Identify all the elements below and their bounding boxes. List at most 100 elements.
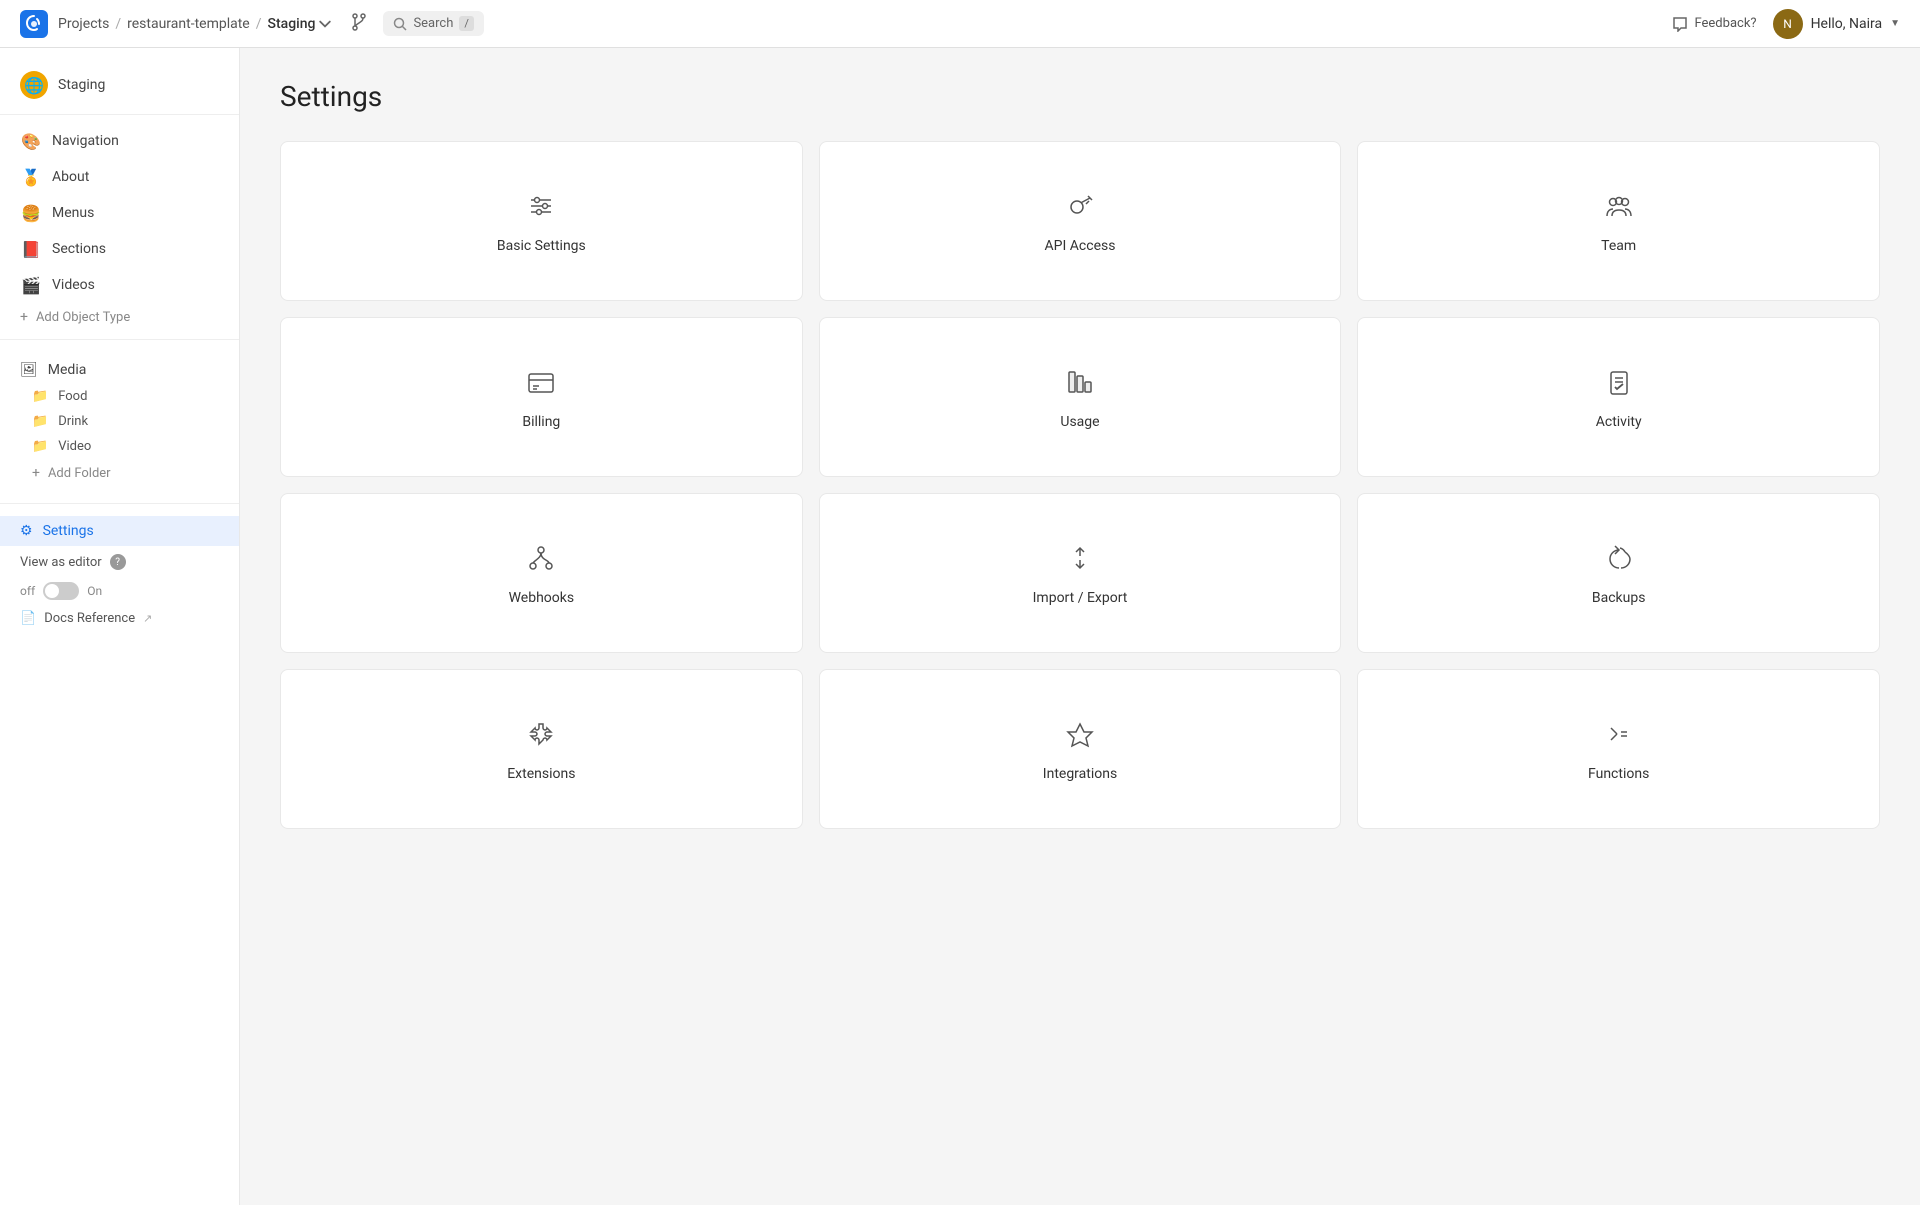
api-access-label: API Access [1045, 238, 1116, 254]
folder-label-drink: Drink [58, 414, 88, 429]
menus-icon: 🍔 [20, 202, 42, 224]
settings-label: Settings [43, 523, 94, 539]
toggle-switch[interactable] [43, 582, 79, 600]
card-api-access[interactable]: API Access [819, 141, 1342, 301]
sidebar-settings[interactable]: ⚙ Settings [0, 516, 239, 546]
breadcrumb-staging[interactable]: Staging [268, 16, 332, 32]
docs-icon: 📄 [20, 611, 36, 626]
billing-label: Billing [522, 414, 560, 430]
sidebar-folder-video[interactable]: 📁 Video [0, 434, 239, 459]
divider-2 [0, 339, 239, 340]
folder-icon-food: 📁 [32, 389, 48, 404]
card-billing[interactable]: Billing [280, 317, 803, 477]
breadcrumb-restaurant[interactable]: restaurant-template [127, 16, 250, 32]
extensions-icon [523, 716, 559, 752]
logo-icon[interactable] [20, 10, 48, 38]
sidebar: 🌐 Staging 🎨 Navigation 🏅 About 🍔 Menus 📕… [0, 48, 240, 1205]
sidebar-folder-food[interactable]: 📁 Food [0, 384, 239, 409]
card-integrations[interactable]: Integrations [819, 669, 1342, 829]
media-folder-icon: 🖼 [20, 362, 38, 378]
feedback-label: Feedback? [1694, 16, 1756, 31]
usage-icon [1062, 364, 1098, 400]
divider-1 [0, 114, 239, 115]
billing-icon [523, 364, 559, 400]
integrations-icon [1062, 716, 1098, 752]
folder-label-food: Food [58, 389, 87, 404]
sidebar-environment[interactable]: 🌐 Staging [0, 64, 239, 106]
sidebar-item-about[interactable]: 🏅 About [0, 159, 239, 195]
sidebar-item-videos[interactable]: 🎬 Videos [0, 267, 239, 303]
git-icon[interactable] [349, 12, 369, 36]
feedback-button[interactable]: Feedback? [1672, 16, 1756, 32]
nav-label-menus: Menus [52, 205, 94, 221]
extensions-label: Extensions [507, 766, 575, 782]
feedback-icon [1672, 16, 1688, 32]
page-title: Settings [280, 80, 1880, 113]
sidebar-folder-drink[interactable]: 📁 Drink [0, 409, 239, 434]
search-bar[interactable]: Search / [383, 11, 483, 36]
basic-settings-icon [523, 188, 559, 224]
avatar: N [1773, 9, 1803, 39]
sections-icon: 📕 [20, 238, 42, 260]
backups-label: Backups [1592, 590, 1646, 606]
functions-label: Functions [1588, 766, 1649, 782]
functions-icon [1601, 716, 1637, 752]
toggle-off-label: off [20, 584, 35, 598]
card-usage[interactable]: Usage [819, 317, 1342, 477]
nav-label-videos: Videos [52, 277, 95, 293]
add-folder-button[interactable]: + Add Folder [0, 459, 239, 487]
folder-icon-video: 📁 [32, 439, 48, 454]
card-webhooks[interactable]: Webhooks [280, 493, 803, 653]
sidebar-item-sections[interactable]: 📕 Sections [0, 231, 239, 267]
view-editor-label: View as editor [20, 555, 102, 570]
about-icon: 🏅 [20, 166, 42, 188]
card-team[interactable]: Team [1357, 141, 1880, 301]
search-icon [393, 17, 407, 31]
activity-label: Activity [1596, 414, 1642, 430]
import-export-label: Import / Export [1033, 590, 1128, 606]
user-label: Hello, Naira [1811, 16, 1883, 32]
team-label: Team [1601, 238, 1636, 254]
environment-label: Staging [58, 77, 105, 93]
docs-label: Docs Reference [44, 611, 135, 626]
backups-icon [1601, 540, 1637, 576]
plus-icon-folder: + [32, 465, 40, 481]
team-icon [1601, 188, 1637, 224]
nav-label-navigation: Navigation [52, 133, 119, 149]
sidebar-media[interactable]: 🖼 Media [0, 356, 239, 384]
usage-label: Usage [1060, 414, 1099, 430]
card-import-export[interactable]: Import / Export [819, 493, 1342, 653]
api-access-icon [1062, 188, 1098, 224]
breadcrumb-sep-2: / [256, 16, 262, 32]
view-as-editor: View as editor ? [0, 546, 239, 578]
add-object-label: Add Object Type [36, 310, 130, 325]
page-layout: 🌐 Staging 🎨 Navigation 🏅 About 🍔 Menus 📕… [0, 48, 1920, 1205]
sidebar-item-navigation[interactable]: 🎨 Navigation [0, 123, 239, 159]
navigation-icon: 🎨 [20, 130, 42, 152]
add-object-type-button[interactable]: + Add Object Type [0, 303, 239, 331]
docs-reference-link[interactable]: 📄 Docs Reference ↗ [0, 604, 239, 633]
plus-icon: + [20, 309, 28, 325]
divider-3 [0, 503, 239, 504]
external-link-icon: ↗ [143, 612, 152, 625]
basic-settings-label: Basic Settings [497, 238, 586, 254]
environment-icon: 🌐 [20, 71, 48, 99]
videos-icon: 🎬 [20, 274, 42, 296]
card-basic-settings[interactable]: Basic Settings [280, 141, 803, 301]
toggle-knob [45, 584, 59, 598]
card-activity[interactable]: Activity [1357, 317, 1880, 477]
card-backups[interactable]: Backups [1357, 493, 1880, 653]
activity-icon [1601, 364, 1637, 400]
main-content: Settings Basic Settings [240, 48, 1920, 1205]
help-icon[interactable]: ? [110, 554, 126, 570]
breadcrumb-sep-1: / [115, 16, 121, 32]
card-extensions[interactable]: Extensions [280, 669, 803, 829]
settings-grid: Basic Settings API Access [280, 141, 1880, 829]
card-functions[interactable]: Functions [1357, 669, 1880, 829]
breadcrumb-projects[interactable]: Projects [58, 16, 109, 32]
sidebar-item-menus[interactable]: 🍔 Menus [0, 195, 239, 231]
add-folder-label: Add Folder [48, 466, 111, 481]
search-shortcut: / [459, 16, 474, 31]
user-menu[interactable]: N Hello, Naira ▼ [1773, 9, 1900, 39]
import-export-icon [1062, 540, 1098, 576]
